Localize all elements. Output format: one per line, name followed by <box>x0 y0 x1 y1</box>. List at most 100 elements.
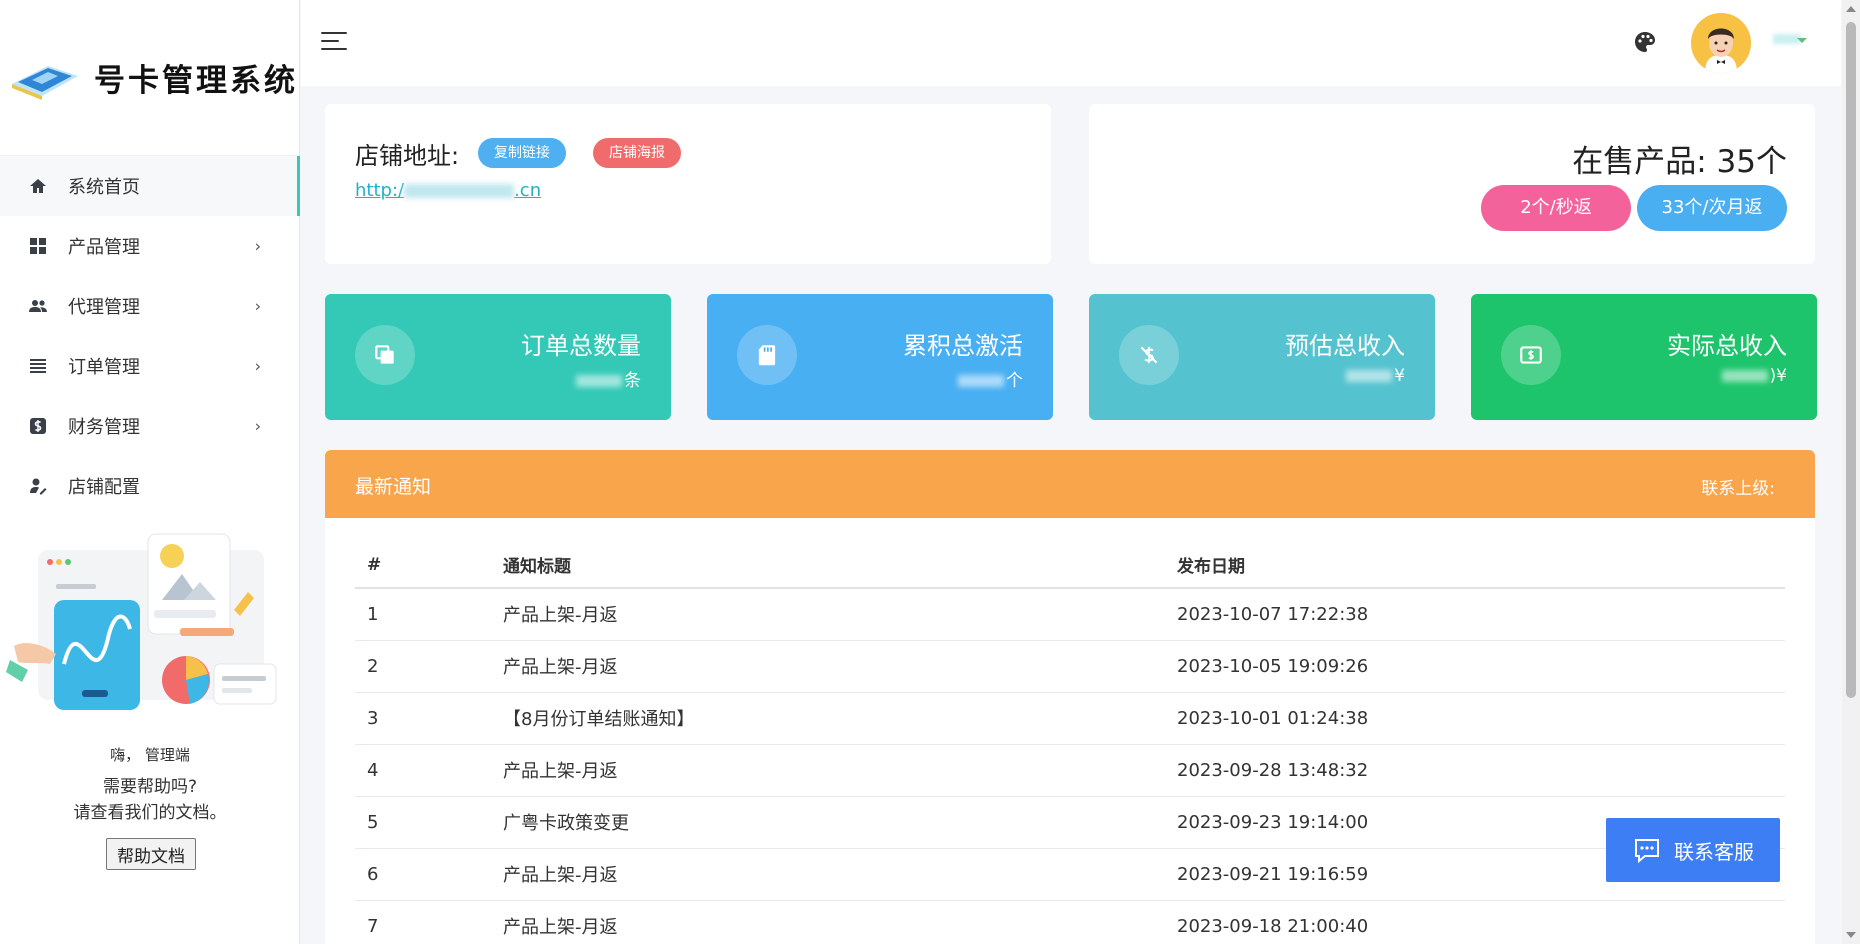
value-redacted <box>1346 370 1393 382</box>
copy-icon <box>355 325 415 385</box>
stat-card-estimated-income[interactable]: 预估总收入 ¥ <box>1089 294 1435 420</box>
scroll-down-icon[interactable] <box>1846 932 1856 938</box>
menu-toggle-icon[interactable] <box>321 32 347 52</box>
notice-title[interactable]: 产品上架-月返 <box>491 900 1165 944</box>
sidebar-item-shop-config[interactable]: 店铺配置 <box>0 456 299 516</box>
stat-value: 条 <box>576 366 641 391</box>
notice-title[interactable]: 产品上架-月返 <box>491 588 1165 641</box>
sidebar-item-agents[interactable]: 代理管理 › <box>0 276 299 336</box>
stat-card-activations[interactable]: 累积总激活 个 <box>707 294 1053 420</box>
sidebar-item-label: 订单管理 <box>68 357 140 378</box>
sidebar-item-label: 财务管理 <box>68 417 140 438</box>
column-header: 发布日期 <box>1165 542 1785 589</box>
palette-icon[interactable] <box>1633 30 1657 54</box>
stat-value: 个 <box>958 366 1023 391</box>
help-question: 需要帮助吗? 请查看我们的文档。 <box>0 774 300 826</box>
grid-icon <box>28 236 48 256</box>
url-suffix: .cn <box>514 180 542 201</box>
column-header: # <box>355 542 491 589</box>
sidebar-item-finance[interactable]: 财务管理 › <box>0 396 299 456</box>
shop-url-link[interactable]: http:/ .cn <box>355 180 541 201</box>
table-row[interactable]: 6 产品上架-月返 2023-09-21 19:16:59 <box>355 848 1785 901</box>
notice-date: 2023-10-05 19:09:26 <box>1165 640 1785 693</box>
logo-icon <box>12 65 78 100</box>
help-greeting: 嗨， 管理端 <box>110 746 190 764</box>
help-illustration <box>6 533 277 710</box>
notice-title[interactable]: 产品上架-月返 <box>491 744 1165 797</box>
money-icon <box>1501 325 1561 385</box>
sidebar: 号卡管理系统 系统首页 产品管理 › 代理管理 › 订单管理 › 财务管理 › <box>0 0 300 944</box>
sidebar-item-products[interactable]: 产品管理 › <box>0 216 299 276</box>
avatar[interactable] <box>1691 13 1751 73</box>
table-header-row: # 通知标题 发布日期 <box>355 542 1785 589</box>
contact-support-label: 联系客服 <box>1674 839 1754 864</box>
scroll-up-icon[interactable] <box>1846 6 1856 12</box>
stat-label: 预估总收入 <box>1285 332 1405 360</box>
stat-value: ¥ <box>1346 366 1405 386</box>
notice-title[interactable]: 【8月份订单结账通知】 <box>491 692 1165 745</box>
top-bar <box>301 0 1841 86</box>
sidebar-nav: 系统首页 产品管理 › 代理管理 › 订单管理 › 财务管理 › 店铺配置 <box>0 156 300 516</box>
table-row[interactable]: 4 产品上架-月返 2023-09-28 13:48:32 <box>355 744 1785 797</box>
stat-card-orders[interactable]: 订单总数量 条 <box>325 294 671 420</box>
sidebar-item-label: 系统首页 <box>68 177 140 198</box>
notice-date: 2023-10-07 17:22:38 <box>1165 588 1785 641</box>
contact-support-button[interactable]: 联系客服 <box>1606 818 1780 882</box>
shop-address-label: 店铺地址: <box>355 142 460 170</box>
copy-link-button[interactable]: 复制链接 <box>478 138 566 168</box>
user-menu[interactable] <box>1769 30 1809 48</box>
table-row[interactable]: 1 产品上架-月返 2023-10-07 17:22:38 <box>355 588 1785 641</box>
sd-card-icon <box>737 325 797 385</box>
users-icon <box>28 296 48 316</box>
sidebar-item-label: 代理管理 <box>68 297 140 318</box>
stat-value: )¥ <box>1721 366 1787 386</box>
notice-title[interactable]: 广粤卡政策变更 <box>491 796 1165 849</box>
row-number: 2 <box>355 640 491 693</box>
chevron-right-icon: › <box>254 296 261 316</box>
table-row[interactable]: 3 【8月份订单结账通知】 2023-10-01 01:24:38 <box>355 692 1785 745</box>
contact-superior: 联系上级: <box>1701 479 1775 499</box>
help-question-line: 请查看我们的文档。 <box>73 803 227 823</box>
row-number: 7 <box>355 900 491 944</box>
sidebar-item-label: 产品管理 <box>68 237 140 258</box>
stat-unit: ¥ <box>1394 366 1405 386</box>
table-row[interactable]: 7 产品上架-月返 2023-09-18 21:00:40 <box>355 900 1785 944</box>
sidebar-item-home[interactable]: 系统首页 <box>0 156 300 216</box>
home-icon <box>28 176 48 196</box>
scrollbar-thumb[interactable] <box>1846 22 1856 698</box>
shop-poster-button[interactable]: 店铺海报 <box>593 138 681 168</box>
dollar-icon <box>28 416 48 436</box>
stat-label: 订单总数量 <box>521 332 641 360</box>
list-icon <box>28 356 48 376</box>
row-number: 6 <box>355 848 491 901</box>
row-number: 4 <box>355 744 491 797</box>
stat-label: 实际总收入 <box>1667 332 1787 360</box>
notice-date: 2023-09-18 21:00:40 <box>1165 900 1785 944</box>
notice-title[interactable]: 产品上架-月返 <box>491 848 1165 901</box>
caret-down-icon <box>1797 38 1807 43</box>
monthly-rebate-button[interactable]: 33个/次月返 <box>1637 185 1787 231</box>
latest-notices-panel: 最新通知 联系上级: # 通知标题 发布日期 1 产品上架-月返 2023-10-0… <box>325 450 1815 944</box>
help-docs-button[interactable]: 帮助文档 <box>106 838 196 870</box>
dollar-slash-icon <box>1119 325 1179 385</box>
brand[interactable]: 号卡管理系统 <box>0 0 299 156</box>
stat-unit: )¥ <box>1769 366 1787 386</box>
chevron-right-icon: › <box>254 356 261 376</box>
notices-title: 最新通知 <box>355 476 432 498</box>
chevron-right-icon: › <box>254 236 261 256</box>
table-row[interactable]: 2 产品上架-月返 2023-10-05 19:09:26 <box>355 640 1785 693</box>
notices-table: # 通知标题 发布日期 1 产品上架-月返 2023-10-07 17:22:38 … <box>355 542 1785 944</box>
instant-rebate-button[interactable]: 2个/秒返 <box>1481 185 1631 231</box>
stat-unit: 个 <box>1006 371 1023 391</box>
stat-card-actual-income[interactable]: 实际总收入 )¥ <box>1471 294 1817 420</box>
table-row[interactable]: 5 广粤卡政策变更 2023-09-23 19:14:00 <box>355 796 1785 849</box>
value-redacted <box>1721 370 1768 382</box>
row-number: 3 <box>355 692 491 745</box>
row-number: 1 <box>355 588 491 641</box>
sidebar-item-label: 店铺配置 <box>68 477 140 498</box>
page-scrollbar[interactable] <box>1842 0 1860 944</box>
brand-title: 号卡管理系统 <box>94 63 298 99</box>
sidebar-item-orders[interactable]: 订单管理 › <box>0 336 299 396</box>
value-redacted <box>576 375 622 387</box>
notice-title[interactable]: 产品上架-月返 <box>491 640 1165 693</box>
